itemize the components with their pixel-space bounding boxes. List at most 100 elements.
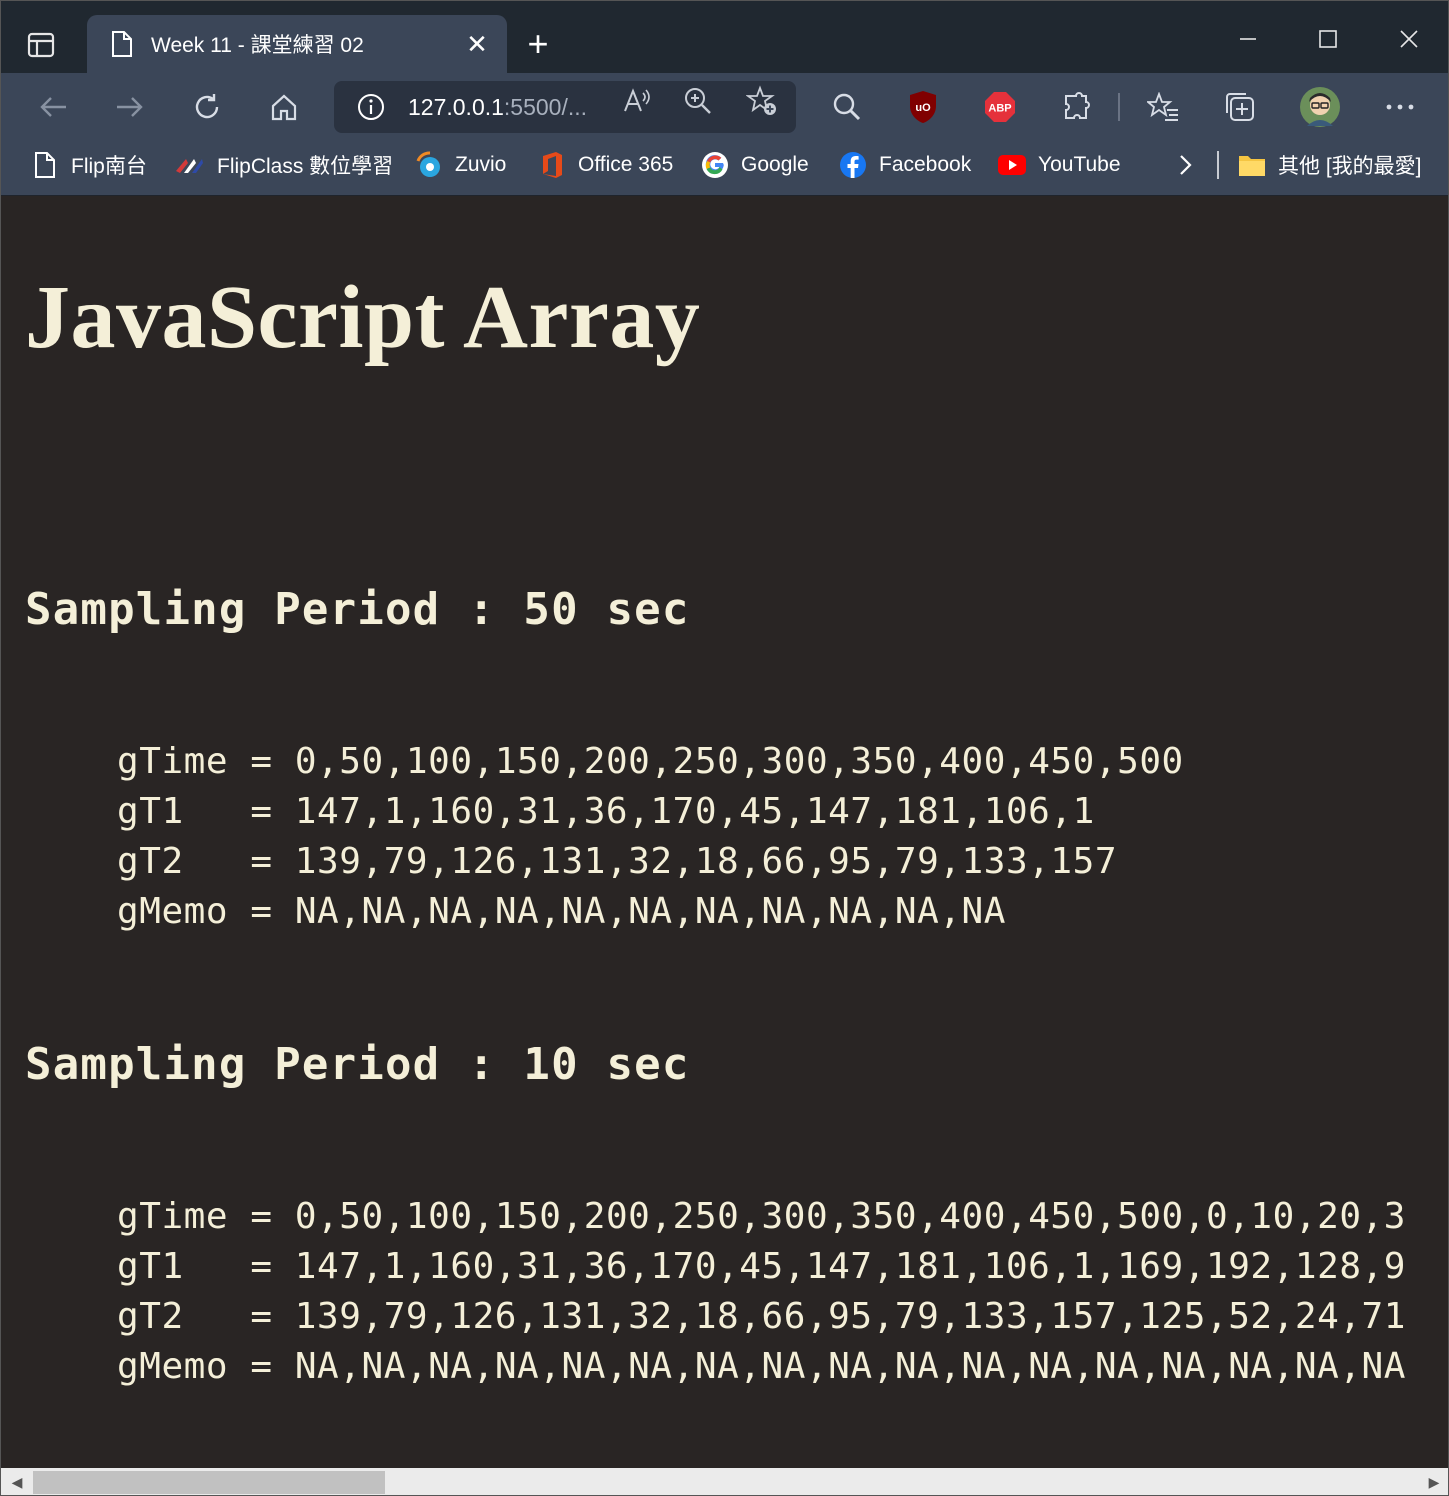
array-name: gTime <box>117 1196 229 1237</box>
bookmark-google[interactable]: Google <box>701 149 809 181</box>
zoom-icon[interactable] <box>680 83 716 119</box>
favorites-icon[interactable] <box>1141 85 1185 129</box>
array-pad <box>184 1246 251 1287</box>
zuvio-icon <box>415 151 443 179</box>
array-row: gTime = 0,50,100,150,200,250,300,350,400… <box>117 741 1184 782</box>
ublock-origin-icon[interactable]: uO <box>901 85 945 129</box>
tab-close-icon[interactable]: ✕ <box>457 24 497 64</box>
array-name: gT2 <box>117 1296 184 1337</box>
array-pad <box>228 891 250 932</box>
toolbar: 127.0.0.1:5500/... uO ABP <box>1 73 1448 139</box>
facebook-icon <box>839 151 867 179</box>
bookmark-label: Google <box>741 153 809 176</box>
bookmark-label: Facebook <box>879 153 972 176</box>
bookmark-zuvio[interactable]: Zuvio <box>415 149 506 181</box>
bookmark-flip[interactable]: Flip南台 <box>31 149 147 181</box>
collections-icon[interactable] <box>1218 85 1262 129</box>
bookmarks-overflow-chevron-icon[interactable] <box>1177 149 1193 181</box>
page-icon <box>31 151 59 179</box>
bookmark-label: YouTube <box>1038 153 1121 176</box>
maximize-icon[interactable] <box>1298 19 1358 59</box>
array-row: gT1 = 147,1,160,31,36,170,45,147,181,106… <box>117 791 1095 832</box>
tab-title: Week 11 - 課堂練習 02 <box>151 34 364 57</box>
more-menu-icon[interactable] <box>1378 85 1422 129</box>
search-icon[interactable] <box>825 85 869 129</box>
array-pad <box>184 841 251 882</box>
array-pad <box>228 741 250 782</box>
horizontal-scrollbar[interactable]: ◀ ▶ <box>1 1468 1448 1495</box>
array-pad <box>228 1196 250 1237</box>
bookmark-other-folder[interactable]: 其他 [我的最愛] <box>1238 149 1422 181</box>
array-value: NA,NA,NA,NA,NA,NA,NA,NA,NA,NA,NA,NA,NA,N… <box>294 1346 1407 1387</box>
array-value: 147,1,160,31,36,170,45,147,181,106,1 <box>294 791 1095 832</box>
array-value: 139,79,126,131,32,18,66,95,79,133,157,12… <box>294 1296 1406 1337</box>
site-info-icon[interactable] <box>356 92 386 122</box>
tab-actions-icon[interactable] <box>19 23 63 67</box>
adblock-plus-icon[interactable]: ABP <box>978 85 1022 129</box>
read-aloud-icon[interactable] <box>619 83 655 119</box>
minimize-icon[interactable] <box>1218 19 1278 59</box>
flipclass-icon <box>173 151 205 179</box>
bookmark-label: Flip南台 <box>71 155 147 178</box>
bookmarks-bar: Flip南台 FlipClass 數位學習 Zuvio Office 365 G… <box>1 139 1448 196</box>
home-icon[interactable] <box>262 85 306 129</box>
bookmark-youtube[interactable]: YouTube <box>998 149 1121 181</box>
scroll-right-icon[interactable]: ▶ <box>1420 1468 1448 1495</box>
browser-window: Week 11 - 課堂練習 02 ✕ + 127.0.0.1:5500/...… <box>0 0 1449 1496</box>
array-pad <box>184 791 251 832</box>
section-heading: Sampling Period : 50 sec <box>25 584 690 635</box>
page-icon <box>109 29 135 59</box>
bookmarks-divider <box>1217 151 1219 179</box>
refresh-icon[interactable] <box>185 85 229 129</box>
office-icon <box>538 151 566 179</box>
close-window-icon[interactable] <box>1379 19 1439 59</box>
url-text: 127.0.0.1:5500/... <box>408 94 587 121</box>
array-name: gTime <box>117 741 229 782</box>
bookmark-label: Office 365 <box>578 153 674 176</box>
array-row: gTime = 0,50,100,150,200,250,300,350,400… <box>117 1196 1407 1237</box>
array-row: gMemo = NA,NA,NA,NA,NA,NA,NA,NA,NA,NA,NA <box>117 891 1006 932</box>
ublock-label: uO <box>915 102 931 114</box>
array-pad <box>228 1346 250 1387</box>
scrollbar-thumb[interactable] <box>33 1471 385 1494</box>
array-name: gMemo <box>117 891 229 932</box>
tab-active[interactable]: Week 11 - 課堂練習 02 ✕ <box>87 15 507 73</box>
page-title: JavaScript Array <box>25 268 701 367</box>
array-name: gT1 <box>117 1246 184 1287</box>
array-name: gT2 <box>117 841 184 882</box>
add-favorite-icon[interactable] <box>744 83 780 119</box>
new-tab-icon[interactable]: + <box>516 25 560 65</box>
bookmark-office365[interactable]: Office 365 <box>538 149 673 181</box>
scroll-left-icon[interactable]: ◀ <box>3 1468 31 1495</box>
extensions-icon[interactable] <box>1055 85 1099 129</box>
array-row: gT2 = 139,79,126,131,32,18,66,95,79,133,… <box>117 841 1118 882</box>
url-host: 127.0.0.1 <box>408 93 504 120</box>
array-row: gMemo = NA,NA,NA,NA,NA,NA,NA,NA,NA,NA,NA… <box>117 1346 1407 1387</box>
array-value: 0,50,100,150,200,250,300,350,400,450,500… <box>294 1196 1407 1237</box>
url-path: :5500/... <box>503 93 588 120</box>
array-pad <box>184 1296 251 1337</box>
bookmark-facebook[interactable]: Facebook <box>839 149 971 181</box>
youtube-icon <box>998 151 1026 179</box>
array-output-block: gTime = 0,50,100,150,200,250,300,350,400… <box>117 1192 1406 1392</box>
bookmark-label: FlipClass 數位學習 <box>217 155 394 178</box>
tab-strip: Week 11 - 課堂練習 02 ✕ + <box>1 1 1448 73</box>
array-name: gT1 <box>117 791 184 832</box>
abp-label: ABP <box>988 103 1011 115</box>
forward-icon[interactable] <box>108 85 152 129</box>
array-value: 139,79,126,131,32,18,66,95,79,133,157 <box>294 841 1118 882</box>
back-icon[interactable] <box>31 85 75 129</box>
array-row: gT2 = 139,79,126,131,32,18,66,95,79,133,… <box>117 1296 1406 1337</box>
array-row: gT1 = 147,1,160,31,36,170,45,147,181,106… <box>117 1246 1406 1287</box>
array-name: gMemo <box>117 1346 229 1387</box>
array-value: 147,1,160,31,36,170,45,147,181,106,1,169… <box>294 1246 1406 1287</box>
google-icon <box>701 151 729 179</box>
address-bar[interactable]: 127.0.0.1:5500/... <box>334 81 796 133</box>
toolbar-divider <box>1118 93 1120 121</box>
bookmark-flipclass[interactable]: FlipClass 數位學習 <box>173 149 393 181</box>
array-value: 0,50,100,150,200,250,300,350,400,450,500 <box>294 741 1184 782</box>
profile-avatar[interactable] <box>1298 85 1342 129</box>
bookmark-label: 其他 [我的最愛] <box>1278 155 1422 178</box>
page-content: JavaScript Array Sampling Period : 50 se… <box>1 196 1448 1468</box>
array-value: NA,NA,NA,NA,NA,NA,NA,NA,NA,NA,NA <box>294 891 1006 932</box>
